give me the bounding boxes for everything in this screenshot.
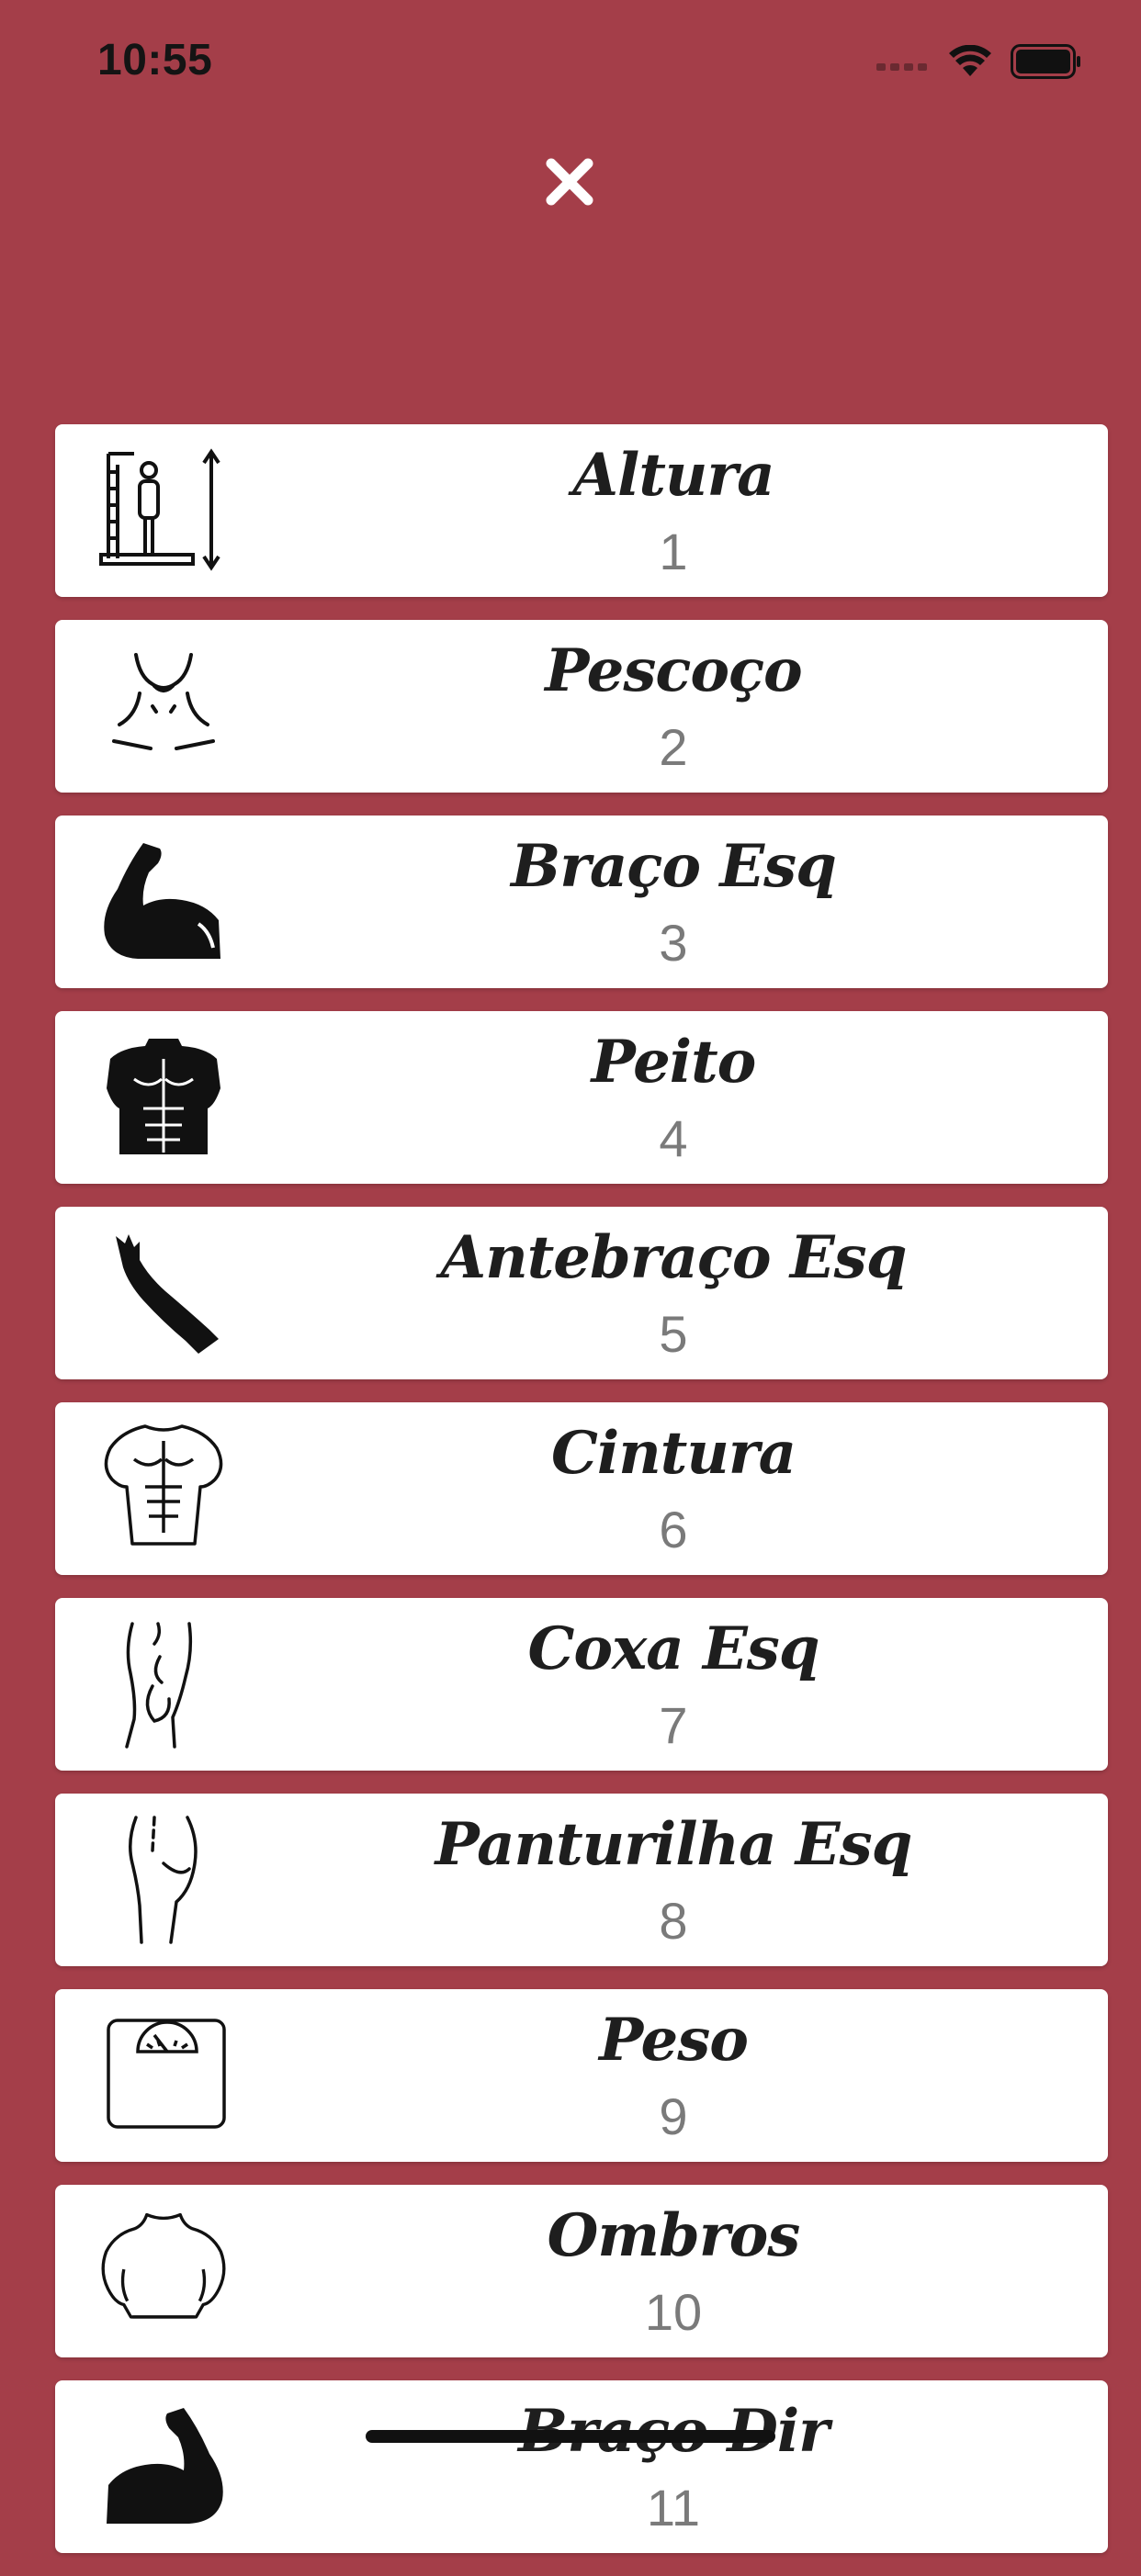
list-item-altura[interactable]: Altura 1 (55, 424, 1108, 597)
status-bar: 10:55 (0, 0, 1141, 119)
item-number: 9 (659, 2087, 688, 2145)
forearm-icon (97, 1227, 230, 1359)
item-number: 11 (646, 2479, 701, 2537)
list-item-antebraco-esq[interactable]: Antebraço Esq 5 (55, 1207, 1108, 1379)
item-title: Ombros (547, 2201, 801, 2270)
list-item-peso[interactable]: Peso 9 (55, 1989, 1108, 2162)
flexed-arm-icon (97, 836, 230, 968)
battery-icon (1011, 44, 1082, 84)
item-title: Pescoço (545, 636, 802, 705)
item-number: 8 (659, 1892, 688, 1950)
list-item-braco-esq[interactable]: Braço Esq 3 (55, 816, 1108, 988)
height-ruler-icon (97, 444, 230, 577)
item-number: 10 (644, 2283, 703, 2341)
item-number: 2 (659, 718, 688, 776)
list-item-panturilha-esq[interactable]: Panturilha Esq 8 (55, 1794, 1108, 1966)
item-title: Peito (591, 1028, 757, 1097)
thigh-icon (97, 1618, 230, 1750)
calf-icon (97, 1814, 230, 1946)
item-number: 5 (659, 1305, 688, 1363)
item-title: Cintura (550, 1419, 796, 1488)
item-number: 6 (659, 1501, 688, 1558)
item-title: Coxa Esq (527, 1614, 819, 1683)
list-item-cintura[interactable]: Cintura 6 (55, 1402, 1108, 1575)
waist-torso-icon (97, 1423, 230, 1555)
item-number: 3 (659, 914, 688, 972)
list-item-ombros[interactable]: Ombros 10 (55, 2185, 1108, 2357)
flexed-arm-icon (97, 2401, 230, 2533)
status-time: 10:55 (97, 36, 213, 84)
list-item-braco-dir[interactable]: Braço Dir 11 (55, 2380, 1108, 2553)
neck-icon (97, 640, 230, 772)
item-title: Panturilha Esq (435, 1810, 913, 1879)
wifi-icon (948, 44, 992, 83)
item-title: Altura (572, 441, 774, 510)
list-item-pescoco[interactable]: Pescoço 2 (55, 620, 1108, 793)
item-number: 4 (659, 1109, 688, 1167)
item-title: Peso (599, 2006, 749, 2075)
item-number: 7 (659, 1696, 688, 1754)
close-button[interactable] (533, 147, 606, 220)
home-indicator[interactable] (366, 2430, 775, 2443)
scale-icon (97, 2009, 230, 2142)
chest-icon (97, 1031, 230, 1164)
item-title: Braço Esq (511, 832, 837, 901)
status-icons (876, 44, 1082, 84)
item-number: 1 (659, 523, 688, 580)
list-item-coxa-esq[interactable]: Coxa Esq 7 (55, 1598, 1108, 1771)
item-title: Antebraço Esq (440, 1223, 908, 1292)
cellular-signal-icon (876, 52, 930, 75)
measurement-list: Altura 1 Pescoço 2 Braço Esq 3 Peito 4 A… (55, 424, 1108, 2576)
list-item-peito[interactable]: Peito 4 (55, 1011, 1108, 1184)
shoulders-icon (97, 2205, 230, 2337)
close-x-icon (544, 156, 595, 212)
